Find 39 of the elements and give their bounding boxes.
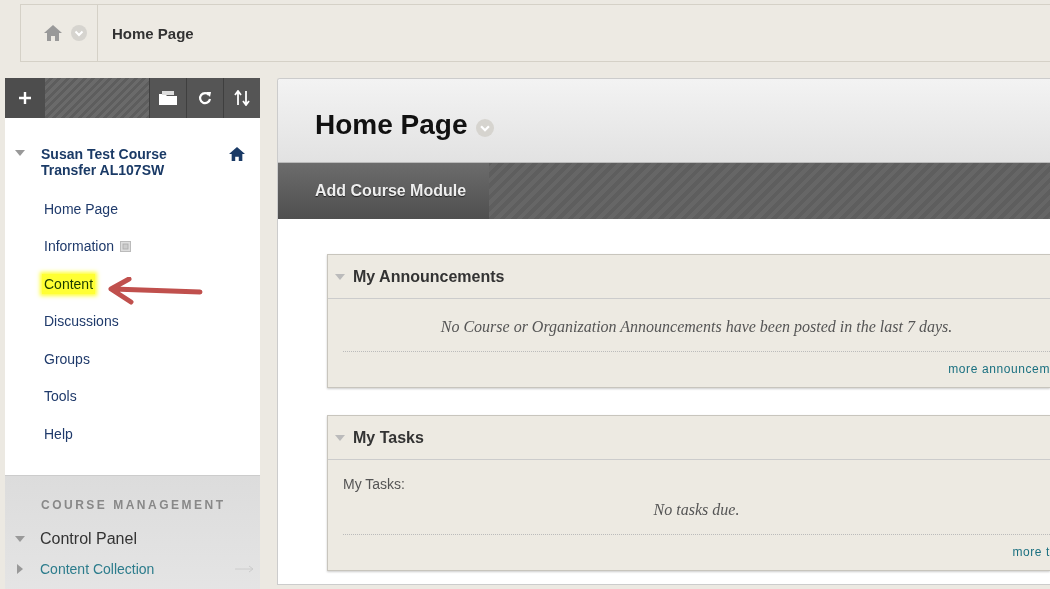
- up-down-arrows-icon: [234, 90, 250, 106]
- course-menu-link[interactable]: Discussions: [42, 311, 121, 332]
- refresh-icon: [198, 91, 212, 105]
- content-collection-link[interactable]: Content Collection: [40, 560, 155, 577]
- collapse-triangle-icon[interactable]: [15, 533, 25, 544]
- course-menu-link[interactable]: Content: [42, 273, 96, 294]
- control-panel-label[interactable]: Control Panel: [40, 529, 137, 548]
- folder-view-button[interactable]: [149, 78, 186, 118]
- refresh-button[interactable]: [186, 78, 223, 118]
- module-title: My Announcements: [353, 267, 505, 286]
- add-course-module-button[interactable]: Add Course Module: [278, 163, 489, 219]
- course-menu-link[interactable]: Help: [42, 423, 75, 444]
- home-icon[interactable]: [43, 24, 63, 42]
- module-title: My Tasks: [353, 428, 424, 447]
- collapse-triangle-icon[interactable]: [335, 432, 345, 443]
- page-title: Home Page: [315, 108, 468, 141]
- empty-message: No Course or Organization Announcements have been posted in the last 7 days.: [440, 318, 953, 335]
- empty-message: No tasks due.: [653, 501, 740, 518]
- tasks-label: My Tasks:: [343, 476, 406, 492]
- more-link[interactable]: more t: [1012, 545, 1050, 559]
- plus-icon: [18, 91, 32, 105]
- breadcrumb-label: Home Page: [111, 24, 194, 42]
- home-icon: [228, 146, 246, 162]
- section-heading: COURSE MANAGEMENT: [41, 497, 227, 512]
- expand-triangle-icon[interactable]: [15, 563, 25, 574]
- collapse-triangle-icon[interactable]: [15, 148, 25, 158]
- collapse-triangle-icon[interactable]: [335, 271, 345, 282]
- course-menu-link[interactable]: Tools: [42, 386, 79, 407]
- chevron-down-icon[interactable]: [475, 118, 494, 137]
- folder-icon: [159, 91, 177, 105]
- item-options-icon[interactable]: [120, 240, 132, 252]
- course-menu-link[interactable]: Home Page: [42, 198, 120, 219]
- course-title[interactable]: Susan Test Course Transfer AL107SW: [41, 146, 212, 178]
- course-menu-link[interactable]: Groups: [42, 348, 92, 369]
- course-menu-link[interactable]: Information: [42, 236, 117, 257]
- more-link[interactable]: more announcem: [948, 362, 1050, 376]
- reorder-button[interactable]: [223, 78, 260, 118]
- right-arrow-icon[interactable]: [235, 564, 255, 573]
- chevron-down-icon[interactable]: [71, 25, 87, 41]
